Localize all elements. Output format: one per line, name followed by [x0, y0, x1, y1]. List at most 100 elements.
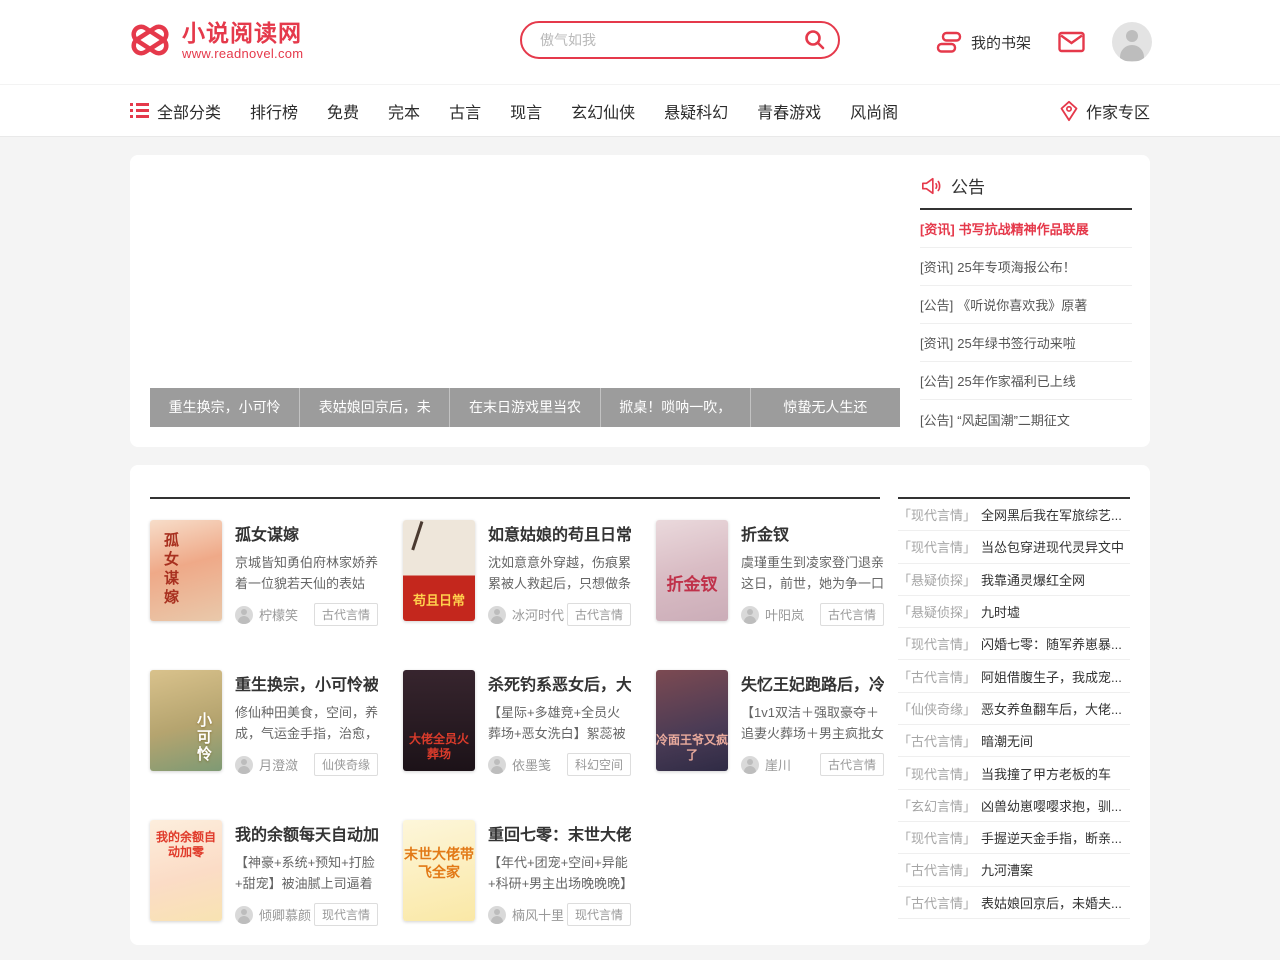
ranking-item[interactable]: 「古代言情」阿姐借腹生子，我成宠...	[898, 660, 1130, 692]
announcement-item[interactable]: [资讯] 书写抗战精神作品联展	[920, 210, 1132, 248]
author-avatar	[488, 756, 506, 774]
nav-free[interactable]: 免费	[327, 99, 359, 123]
book-desc: 修仙种田美食，空间，养成，气运金手指，治愈，团	[235, 702, 378, 744]
book-category-tag[interactable]: 现代言情	[567, 903, 631, 926]
nav-suspense-scifi[interactable]: 悬疑科幻	[664, 99, 728, 123]
ranking-item[interactable]: 「玄幻言情」凶兽幼崽嘤嘤求抱，驯...	[898, 790, 1130, 822]
nav-all-categories[interactable]: 全部分类	[130, 99, 221, 123]
carousel-tab-3[interactable]: 在末日游戏里当农	[449, 388, 599, 427]
nav-ranking[interactable]: 排行榜	[250, 99, 298, 123]
book-desc: 京城皆知勇伯府林家娇养着一位貌若天仙的表姑娘，直	[235, 552, 378, 594]
carousel-tab-2[interactable]: 表姑娘回京后，未	[299, 388, 449, 427]
carousel-tab-strip: 重生换宗，小可怜 表姑娘回京后，未 在末日游戏里当农 掀桌！唢呐一吹， 惊蛰无人…	[150, 388, 900, 427]
author-avatar	[741, 606, 759, 624]
carousel-tab-5[interactable]: 惊蛰无人生还	[750, 388, 900, 427]
ranking-item[interactable]: 「现代言情」当我撞了甲方老板的车	[898, 757, 1130, 789]
book-author: 依墨笺	[512, 755, 551, 774]
book-card[interactable]: 我的余额自动加零 我的余额每天自动加 【神豪+系统+预知+打脸+甜宠】被油腻上司…	[150, 820, 378, 926]
site-url: www.readnovel.com	[182, 46, 303, 61]
carousel-tab-1[interactable]: 重生换宗，小可怜	[150, 388, 299, 427]
book-author: 崖川	[765, 755, 791, 774]
announcement-item[interactable]: [公告] 25年作家福利已上线	[920, 362, 1132, 400]
book-title: 如意姑娘的苟且日常	[488, 520, 631, 545]
page: 小说阅读网 www.readnovel.com	[0, 0, 1280, 960]
nav-completed[interactable]: 完本	[388, 99, 420, 123]
book-card[interactable]: 末世大佬带飞全家 重回七零：末世大佬 【年代+团宠+空间+异能+科研+男主出场晚…	[403, 820, 631, 926]
ranking-item[interactable]: 「现代言情」闪婚七零：随军养崽暴...	[898, 628, 1130, 660]
mail-icon	[1058, 31, 1085, 53]
logo-knot-icon	[127, 19, 173, 61]
carousel-tab-4[interactable]: 掀桌！唢呐一吹，	[600, 388, 750, 427]
announcement-item[interactable]: [公告] “风起国潮”二期征文	[920, 400, 1132, 438]
nav-fashion[interactable]: 风尚阁	[850, 99, 898, 123]
nav-youth-games[interactable]: 青春游戏	[757, 99, 821, 123]
book-card[interactable]: 折金钗 折金钗 虞瑾重生到凌家登门退亲这日，前世，她为争一口气， 叶阳岚 古代言…	[656, 520, 884, 626]
book-cover: 冷面王爷又疯了	[656, 670, 728, 771]
user-avatar[interactable]	[1112, 22, 1152, 62]
book-title: 重回七零：末世大佬	[488, 820, 631, 845]
book-category-tag[interactable]: 科幻空间	[567, 753, 631, 776]
book-card[interactable]: 苟且日常 如意姑娘的苟且日常 沈如意意外穿越，伤痕累累被人救起后，只想做条咸鱼 …	[403, 520, 631, 626]
ranking-item[interactable]: 「古代言情」表姑娘回京后，未婚夫...	[898, 887, 1130, 919]
ranking-item[interactable]: 「现代言情」全网黑后我在军旅综艺...	[898, 499, 1130, 531]
hero-section: 重生换宗，小可怜 表姑娘回京后，未 在末日游戏里当农 掀桌！唢呐一吹， 惊蛰无人…	[130, 155, 1150, 447]
author-avatar	[488, 606, 506, 624]
search-button[interactable]	[803, 28, 827, 52]
book-category-tag[interactable]: 古代言情	[820, 753, 884, 776]
book-desc: 沈如意意外穿越，伤痕累累被人救起后，只想做条咸鱼	[488, 552, 631, 594]
grid-divider	[150, 497, 880, 499]
ranking-item[interactable]: 「古代言情」九河漕案	[898, 854, 1130, 886]
ranking-item[interactable]: 「悬疑侦探」我靠通灵爆红全网	[898, 564, 1130, 596]
announcement-item[interactable]: [资讯] 25年专项海报公布！	[920, 248, 1132, 286]
book-cover: 折金钗	[656, 520, 728, 621]
book-category-tag[interactable]: 仙侠奇缘	[314, 753, 378, 776]
book-author: 叶阳岚	[765, 605, 804, 624]
ranking-list: 「现代言情」全网黑后我在军旅综艺... 「现代言情」当怂包穿进现代灵异文中 「悬…	[898, 499, 1130, 919]
nav-ancient-romance[interactable]: 古言	[449, 99, 481, 123]
book-card[interactable]: 冷面王爷又疯了 失忆王妃跑路后，冷 【1v1双洁＋强取豪夺＋追妻火葬场＋男主疯批…	[656, 670, 884, 776]
site-logo[interactable]: 小说阅读网 www.readnovel.com	[127, 19, 303, 61]
book-title: 折金钗	[741, 520, 884, 545]
book-card[interactable]: 孤女谋嫁 孤女谋嫁 京城皆知勇伯府林家娇养着一位貌若天仙的表姑娘，直 柠檬笑 古…	[150, 520, 378, 626]
announcement-item[interactable]: [公告] 《听说你喜欢我》原著	[920, 286, 1132, 324]
messages-button[interactable]	[1058, 31, 1085, 53]
nav-fantasy-xianxia[interactable]: 玄幻仙侠	[571, 99, 635, 123]
pen-nib-icon	[1059, 100, 1079, 122]
book-card[interactable]: 大佬全员火葬场 杀死钓系恶女后，大 【星际+多雄竞+全员火葬场+恶女洗白】絮蕊被…	[403, 670, 631, 776]
ranking-item[interactable]: 「现代言情」当怂包穿进现代灵异文中	[898, 531, 1130, 563]
book-category-tag[interactable]: 古代言情	[567, 603, 631, 626]
book-desc: 【年代+团宠+空间+异能+科研+男主出场晚晚晚】	[488, 852, 631, 894]
book-card[interactable]: 小可怜 重生换宗，小可怜被 修仙种田美食，空间，养成，气运金手指，治愈，团 月澄…	[150, 670, 378, 776]
book-cover: 小可怜	[150, 670, 222, 771]
site-name: 小说阅读网	[182, 20, 303, 46]
author-avatar	[741, 756, 759, 774]
book-cover: 孤女谋嫁	[150, 520, 222, 621]
ranking-item[interactable]: 「现代言情」手握逆天金手指，断亲...	[898, 822, 1130, 854]
recommend-section: 孤女谋嫁 孤女谋嫁 京城皆知勇伯府林家娇养着一位貌若天仙的表姑娘，直 柠檬笑 古…	[130, 465, 1150, 945]
ranking-item[interactable]: 「古代言情」暗潮无间	[898, 725, 1130, 757]
ranking-item[interactable]: 「仙侠奇缘」恶女养鱼翻车后，大佬...	[898, 693, 1130, 725]
book-title: 我的余额每天自动加	[235, 820, 378, 845]
announcement-item[interactable]: [资讯] 25年绿书签行动来啦	[920, 324, 1132, 362]
top-header: 小说阅读网 www.readnovel.com	[0, 0, 1280, 84]
book-author: 月澄潋	[259, 755, 298, 774]
book-grid: 孤女谋嫁 孤女谋嫁 京城皆知勇伯府林家娇养着一位貌若天仙的表姑娘，直 柠檬笑 古…	[150, 520, 884, 926]
book-category-tag[interactable]: 现代言情	[314, 903, 378, 926]
book-desc: 【1v1双洁＋强取豪夺＋追妻火葬场＋男主疯批女主不	[741, 702, 884, 744]
my-bookshelf-label: 我的书架	[971, 32, 1031, 53]
book-category-tag[interactable]: 古代言情	[314, 603, 378, 626]
megaphone-icon	[920, 176, 942, 196]
ranking-item[interactable]: 「悬疑侦探」九时墟	[898, 596, 1130, 628]
bookshelf-icon	[936, 31, 962, 54]
search-input[interactable]	[520, 21, 840, 59]
nav-modern-romance[interactable]: 现言	[510, 99, 542, 123]
book-category-tag[interactable]: 古代言情	[820, 603, 884, 626]
book-title: 孤女谋嫁	[235, 520, 378, 545]
my-bookshelf-button[interactable]: 我的书架	[936, 31, 1031, 54]
author-avatar	[235, 606, 253, 624]
book-cover: 末世大佬带飞全家	[403, 820, 475, 921]
book-author: 倾卿慕颜	[259, 905, 311, 924]
writer-zone-link[interactable]: 作家专区	[1059, 99, 1150, 123]
book-cover: 我的余额自动加零	[150, 820, 222, 921]
category-list-icon	[130, 103, 149, 118]
